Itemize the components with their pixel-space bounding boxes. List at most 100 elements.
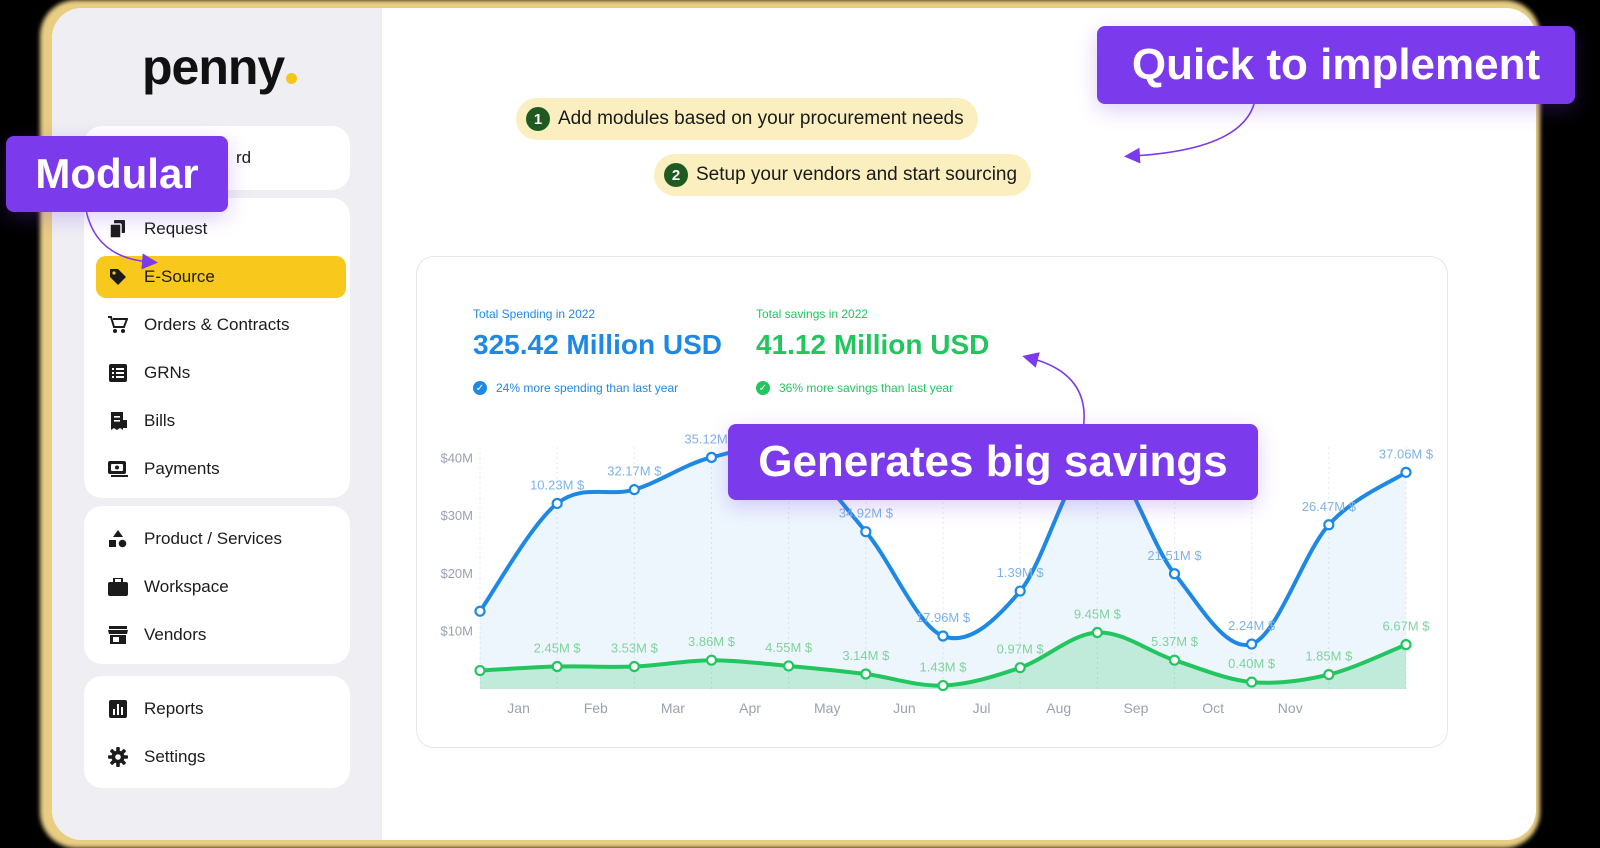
spending-data-label: 1.39M $ — [997, 565, 1045, 580]
spending-chart-card: Total Spending in 2022 325.42 Million US… — [416, 256, 1448, 748]
step-number: 2 — [664, 163, 688, 187]
spending-data-label: 32.17M $ — [607, 464, 662, 479]
spending-point — [551, 497, 563, 510]
step-text: Add modules based on your procurement ne… — [558, 108, 964, 129]
spending-data-label: 34.92M $ — [839, 506, 894, 521]
modular-callout: Modular — [6, 136, 228, 212]
savings-point — [1014, 662, 1026, 674]
quick-to-implement-callout: Quick to implement — [1097, 26, 1575, 104]
savings-data-label: 2.45M $ — [534, 641, 582, 656]
sidebar-item-vendors[interactable]: Vendors — [96, 614, 346, 656]
spending-data-label: 2.24M $ — [1228, 618, 1276, 633]
spending-data-label: 37.06M $ — [1379, 446, 1434, 461]
step-number: 1 — [526, 107, 550, 131]
spending-point — [474, 605, 486, 617]
step-2: 2 Setup your vendors and start sourcing — [654, 154, 1032, 196]
y-tick-label: $40M — [440, 451, 473, 466]
sidebar-item-workspace[interactable]: Workspace — [96, 566, 346, 608]
sidebar: penny rd Request E-Source Orders & Contr… — [52, 8, 382, 840]
spending-point — [1323, 519, 1335, 531]
sidebar-item-label: Settings — [144, 747, 206, 766]
savings-point — [1323, 668, 1335, 681]
sidebar-item-e-source[interactable]: E-Source — [96, 256, 346, 298]
savings-point — [1400, 639, 1412, 651]
spending-point — [937, 630, 949, 642]
spending-point — [1168, 568, 1181, 580]
cart-icon — [108, 315, 128, 335]
sidebar-item-reports[interactable]: Reports — [96, 688, 346, 730]
generates-savings-callout: Generates big savings — [728, 424, 1258, 500]
sidebar-item-bills[interactable]: Bills — [96, 400, 346, 442]
spending-savings-chart: $10M $20M $30M $40M Jan Feb Mar Apr May Jun Jul Aug… — [440, 431, 1434, 716]
savings-point — [783, 660, 795, 672]
sidebar-item-product-services[interactable]: Product / Services — [96, 518, 346, 560]
savings-point — [860, 668, 872, 680]
savings-data-label: 3.86M $ — [688, 634, 736, 649]
sidebar-card-master: Product / Services Workspace Vendors — [84, 506, 350, 664]
sidebar-item-label: Bills — [144, 411, 176, 430]
savings-data-label: 0.97M $ — [997, 642, 1045, 657]
x-tick-label: Jan — [507, 700, 530, 716]
tag-icon — [108, 267, 128, 287]
x-tick-label: Feb — [584, 700, 608, 716]
list-icon — [108, 363, 128, 383]
step-text: Setup your vendors and start sourcing — [696, 164, 1018, 185]
gear-icon — [108, 747, 128, 767]
sidebar-item-label: Product / Services — [144, 529, 282, 548]
sidebar-item-label: Reports — [144, 699, 204, 718]
store-icon — [108, 625, 128, 645]
x-tick-label: Apr — [739, 700, 761, 716]
sidebar-item-label: rd — [236, 148, 252, 167]
sidebar-item-settings[interactable]: Settings — [96, 736, 346, 778]
x-tick-label: Nov — [1278, 700, 1303, 716]
savings-point — [628, 660, 640, 673]
savings-point — [1246, 676, 1258, 688]
savings-data-label: 1.85M $ — [1305, 649, 1353, 664]
document-copy-icon — [108, 219, 128, 239]
sidebar-item-payments[interactable]: Payments — [96, 448, 346, 490]
sidebar-item-orders-contracts[interactable]: Orders & Contracts — [96, 304, 346, 346]
savings-data-label: 4.55M $ — [765, 640, 813, 655]
sidebar-item-grns[interactable]: GRNs — [96, 352, 346, 394]
sidebar-item-label: Workspace — [144, 577, 229, 596]
savings-data-label: 5.37M $ — [1151, 634, 1199, 649]
x-tick-label: Jun — [893, 700, 916, 716]
sidebar-item-request[interactable]: Request — [96, 208, 346, 250]
step-1: 1 Add modules based on your procurement … — [516, 98, 978, 140]
brand-logo[interactable]: penny — [142, 38, 298, 96]
logo-dot — [286, 73, 298, 84]
x-tick-label: Mar — [661, 700, 685, 716]
savings-point — [1091, 626, 1103, 639]
savings-point — [705, 654, 718, 666]
savings-data-label: 3.53M $ — [611, 641, 659, 656]
spending-point — [1246, 638, 1258, 650]
x-tick-label: Jul — [973, 700, 991, 716]
x-tick-label: May — [814, 700, 840, 716]
sidebar-item-label: Payments — [144, 459, 220, 478]
sidebar-card-admin: Reports Settings — [84, 676, 350, 788]
payment-icon — [108, 459, 128, 479]
savings-data-label: 6.67M $ — [1383, 619, 1431, 634]
spending-point — [860, 526, 872, 538]
spending-point — [705, 451, 718, 463]
y-tick-label: $30M — [440, 508, 473, 523]
spending-point — [1400, 466, 1412, 478]
y-tick-label: $20M — [440, 566, 473, 581]
briefcase-icon — [108, 577, 128, 597]
savings-data-label: 9.45M $ — [1074, 607, 1122, 622]
sidebar-item-label: Vendors — [144, 625, 207, 644]
shapes-icon — [108, 529, 128, 549]
x-tick-label: Aug — [1046, 700, 1071, 716]
savings-data-label: 1.43M $ — [920, 660, 968, 675]
savings-data-label: 3.14M $ — [842, 648, 890, 663]
spending-data-label: 10.23M $ — [530, 477, 585, 492]
x-tick-label: Sep — [1123, 700, 1148, 716]
spending-data-label: 26.47M $ — [1302, 499, 1357, 514]
savings-data-label: 0.40M $ — [1228, 656, 1276, 671]
savings-point — [1168, 654, 1181, 666]
sidebar-card-procurement: Request E-Source Orders & Contracts GRNs… — [84, 198, 350, 498]
spending-data-label: 17.96M $ — [916, 610, 971, 625]
savings-point — [551, 660, 563, 673]
spending-point — [628, 484, 640, 496]
y-tick-label: $10M — [440, 623, 473, 638]
